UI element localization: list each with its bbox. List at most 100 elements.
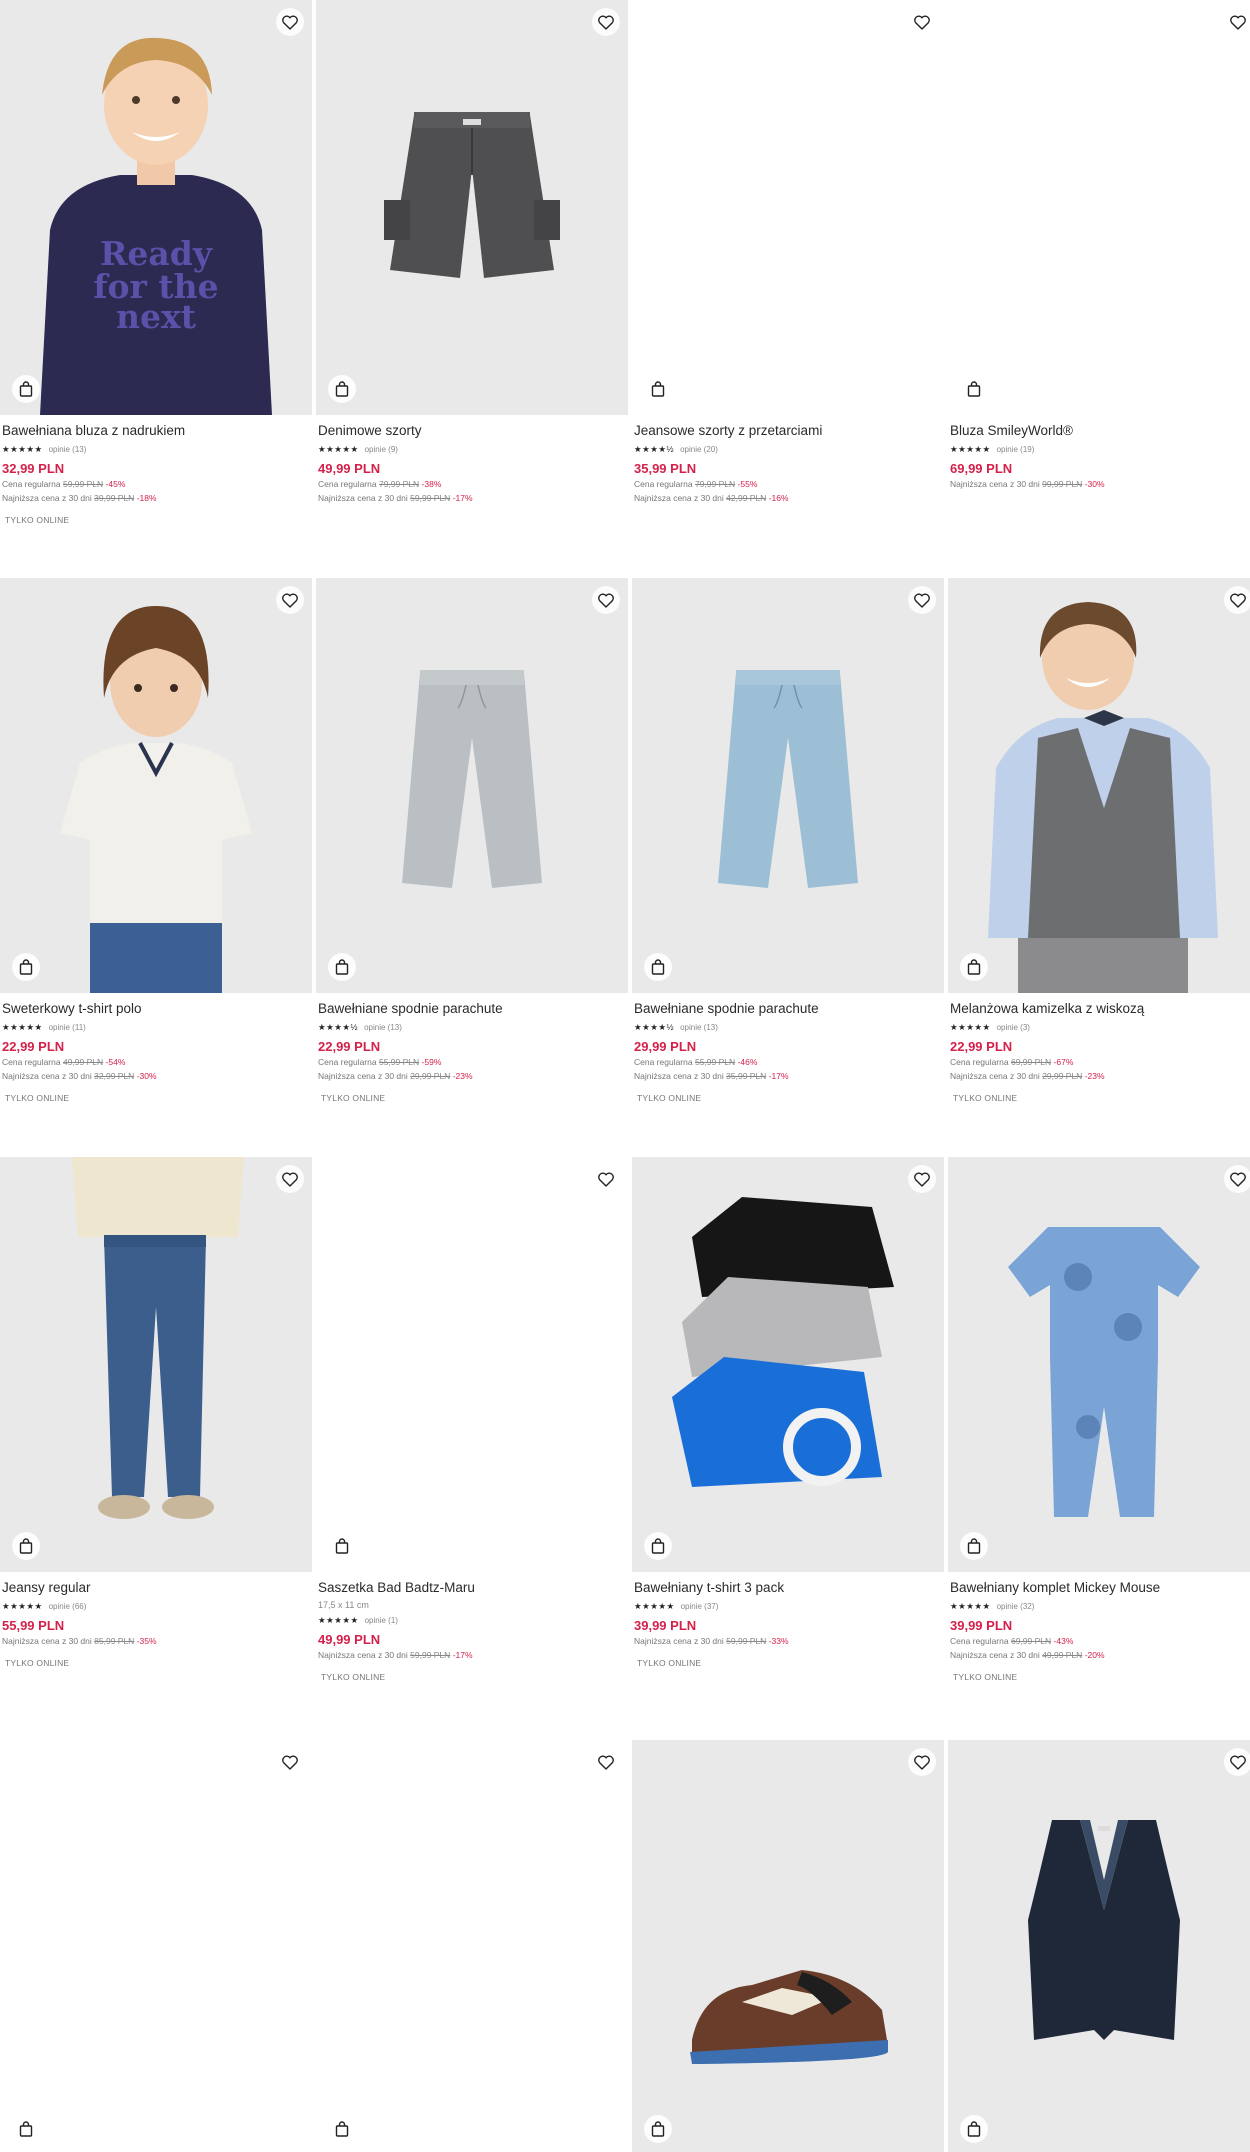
- bag-icon[interactable]: [12, 953, 40, 981]
- bag-icon[interactable]: [644, 375, 672, 403]
- product-image[interactable]: [316, 1157, 628, 1572]
- bag-icon[interactable]: [328, 2115, 356, 2143]
- heart-icon[interactable]: [1224, 8, 1250, 36]
- product-image[interactable]: [316, 578, 628, 993]
- bag-icon[interactable]: [960, 375, 988, 403]
- rating: ★★★★★ opinie (19): [950, 444, 1250, 454]
- bag-icon[interactable]: [960, 953, 988, 981]
- navy-vest-photo: [948, 1740, 1250, 2152]
- heart-icon[interactable]: [592, 586, 620, 614]
- bag-icon[interactable]: [328, 953, 356, 981]
- product-image[interactable]: [316, 1740, 628, 2152]
- product-name[interactable]: Bawełniany komplet Mickey Mouse: [950, 1580, 1250, 1596]
- lowest-price-line: Najniższa cena z 30 dni 39,99 PLN -18%: [2, 493, 310, 504]
- bag-icon[interactable]: [12, 2115, 40, 2143]
- product-image[interactable]: [948, 1157, 1250, 1572]
- lowest-price-label: Najniższa cena z 30 dni: [318, 1650, 408, 1660]
- product-image[interactable]: [948, 0, 1250, 415]
- rating-stars: ★★★★★: [318, 1615, 359, 1625]
- heart-icon[interactable]: [1224, 1748, 1250, 1776]
- product-card[interactable]: Bawełniany komplet Mickey Mouse ★★★★★ opi…: [948, 1157, 1250, 1682]
- product-image[interactable]: [0, 1157, 312, 1572]
- product-name[interactable]: Bawełniane spodnie parachute: [318, 1001, 626, 1017]
- product-card[interactable]: Denimowe szorty ★★★★★ opinie (9) 49,99 PL…: [316, 0, 628, 504]
- product-name[interactable]: Melanżowa kamizelka z wiskozą: [950, 1001, 1250, 1017]
- product-name[interactable]: Bawełniane spodnie parachute: [634, 1001, 942, 1017]
- product-card[interactable]: [0, 1740, 312, 2152]
- heart-icon[interactable]: [592, 1165, 620, 1193]
- lowest-price-old: 42,99 PLN: [726, 493, 767, 503]
- heart-icon[interactable]: [592, 8, 620, 36]
- product-image[interactable]: [0, 578, 312, 993]
- product-card[interactable]: Bluza SmileyWorld® ★★★★★ opinie (19) 69,9…: [948, 0, 1250, 490]
- heart-icon[interactable]: [908, 1748, 936, 1776]
- product-image[interactable]: [948, 1740, 1250, 2152]
- regular-price-old: 79,99 PLN: [694, 479, 736, 489]
- product-card[interactable]: Jeansowe szorty z przetarciami ★★★★½ opin…: [632, 0, 944, 504]
- bag-icon[interactable]: [644, 953, 672, 981]
- lowest-price-old: 59,99 PLN: [726, 1636, 767, 1646]
- product-card[interactable]: [948, 1740, 1250, 2152]
- current-price: 29,99 PLN: [634, 1039, 697, 1054]
- product-image[interactable]: [632, 0, 944, 415]
- product-name[interactable]: Bawełniany t-shirt 3 pack: [634, 1580, 942, 1596]
- bag-icon[interactable]: [328, 1532, 356, 1560]
- heart-icon[interactable]: [276, 1748, 304, 1776]
- product-image[interactable]: [0, 1740, 312, 2152]
- product-card[interactable]: Jeansy regular ★★★★★ opinie (66) 55,99 PL…: [0, 1157, 312, 1668]
- product-image[interactable]: [316, 0, 628, 415]
- lowest-discount: -17%: [452, 493, 473, 503]
- product-card[interactable]: Bawełniany t-shirt 3 pack ★★★★★ opinie (3…: [632, 1157, 944, 1668]
- online-only-badge: TYLKO ONLINE: [637, 1658, 702, 1668]
- product-card[interactable]: Ready for the next Bawełniana bluza z na…: [0, 0, 312, 525]
- product-image[interactable]: [632, 1740, 944, 2152]
- bag-icon[interactable]: [644, 1532, 672, 1560]
- bag-icon[interactable]: [960, 1532, 988, 1560]
- lowest-price-line: Najniższa cena z 30 dni 59,99 PLN -33%: [634, 1636, 942, 1647]
- product-name[interactable]: Jeansy regular: [2, 1580, 310, 1596]
- heart-icon[interactable]: [908, 586, 936, 614]
- heart-icon[interactable]: [276, 1165, 304, 1193]
- heart-icon[interactable]: [908, 8, 936, 36]
- bag-icon[interactable]: [960, 2115, 988, 2143]
- heart-icon[interactable]: [908, 1165, 936, 1193]
- product-card[interactable]: Saszetka Bad Badtz-Maru 17,5 x 11 cm ★★★…: [316, 1157, 628, 1682]
- heart-icon[interactable]: [1224, 1165, 1250, 1193]
- rating: ★★★★★ opinie (11): [2, 1022, 310, 1032]
- product-card[interactable]: [632, 1740, 944, 2152]
- product-card[interactable]: Sweterkowy t-shirt polo ★★★★★ opinie (11)…: [0, 578, 312, 1103]
- regular-discount: -43%: [1053, 1636, 1074, 1646]
- product-image[interactable]: [632, 1157, 944, 1572]
- product-name[interactable]: Denimowe szorty: [318, 423, 626, 439]
- heart-icon[interactable]: [276, 586, 304, 614]
- lowest-price-old: 32,99 PLN: [94, 1071, 135, 1081]
- rating: ★★★★½ opinie (20): [634, 444, 942, 454]
- product-card[interactable]: Bawełniane spodnie parachute ★★★★½ opinie…: [632, 578, 944, 1103]
- product-image[interactable]: Ready for the next: [0, 0, 312, 415]
- bag-icon[interactable]: [12, 375, 40, 403]
- current-price: 39,99 PLN: [634, 1618, 697, 1633]
- lowest-discount: -16%: [768, 493, 789, 503]
- product-card[interactable]: [316, 1740, 628, 2152]
- review-count: opinie (9): [364, 444, 398, 454]
- regular-discount: -67%: [1053, 1057, 1074, 1067]
- current-price: 69,99 PLN: [950, 461, 1013, 476]
- lowest-price-line: Najniższa cena z 30 dni 49,99 PLN -20%: [950, 1650, 1250, 1661]
- heart-icon[interactable]: [592, 1748, 620, 1776]
- grey-parachute-pants-photo: [316, 578, 628, 993]
- bag-icon[interactable]: [328, 375, 356, 403]
- heart-icon[interactable]: [1224, 586, 1250, 614]
- product-card[interactable]: Melanżowa kamizelka z wiskozą ★★★★★ opini…: [948, 578, 1250, 1103]
- regular-discount: -54%: [105, 1057, 126, 1067]
- product-image[interactable]: [632, 578, 944, 993]
- heart-icon[interactable]: [276, 8, 304, 36]
- product-name[interactable]: Sweterkowy t-shirt polo: [2, 1001, 310, 1017]
- bag-icon[interactable]: [644, 2115, 672, 2143]
- product-name[interactable]: Bawełniana bluza z nadrukiem: [2, 423, 310, 439]
- product-name[interactable]: Jeansowe szorty z przetarciami: [634, 423, 942, 439]
- product-image[interactable]: [948, 578, 1250, 993]
- product-card[interactable]: Bawełniane spodnie parachute ★★★★½ opinie…: [316, 578, 628, 1103]
- product-name[interactable]: Bluza SmileyWorld®: [950, 423, 1250, 439]
- bag-icon[interactable]: [12, 1532, 40, 1560]
- product-name[interactable]: Saszetka Bad Badtz-Maru: [318, 1580, 626, 1596]
